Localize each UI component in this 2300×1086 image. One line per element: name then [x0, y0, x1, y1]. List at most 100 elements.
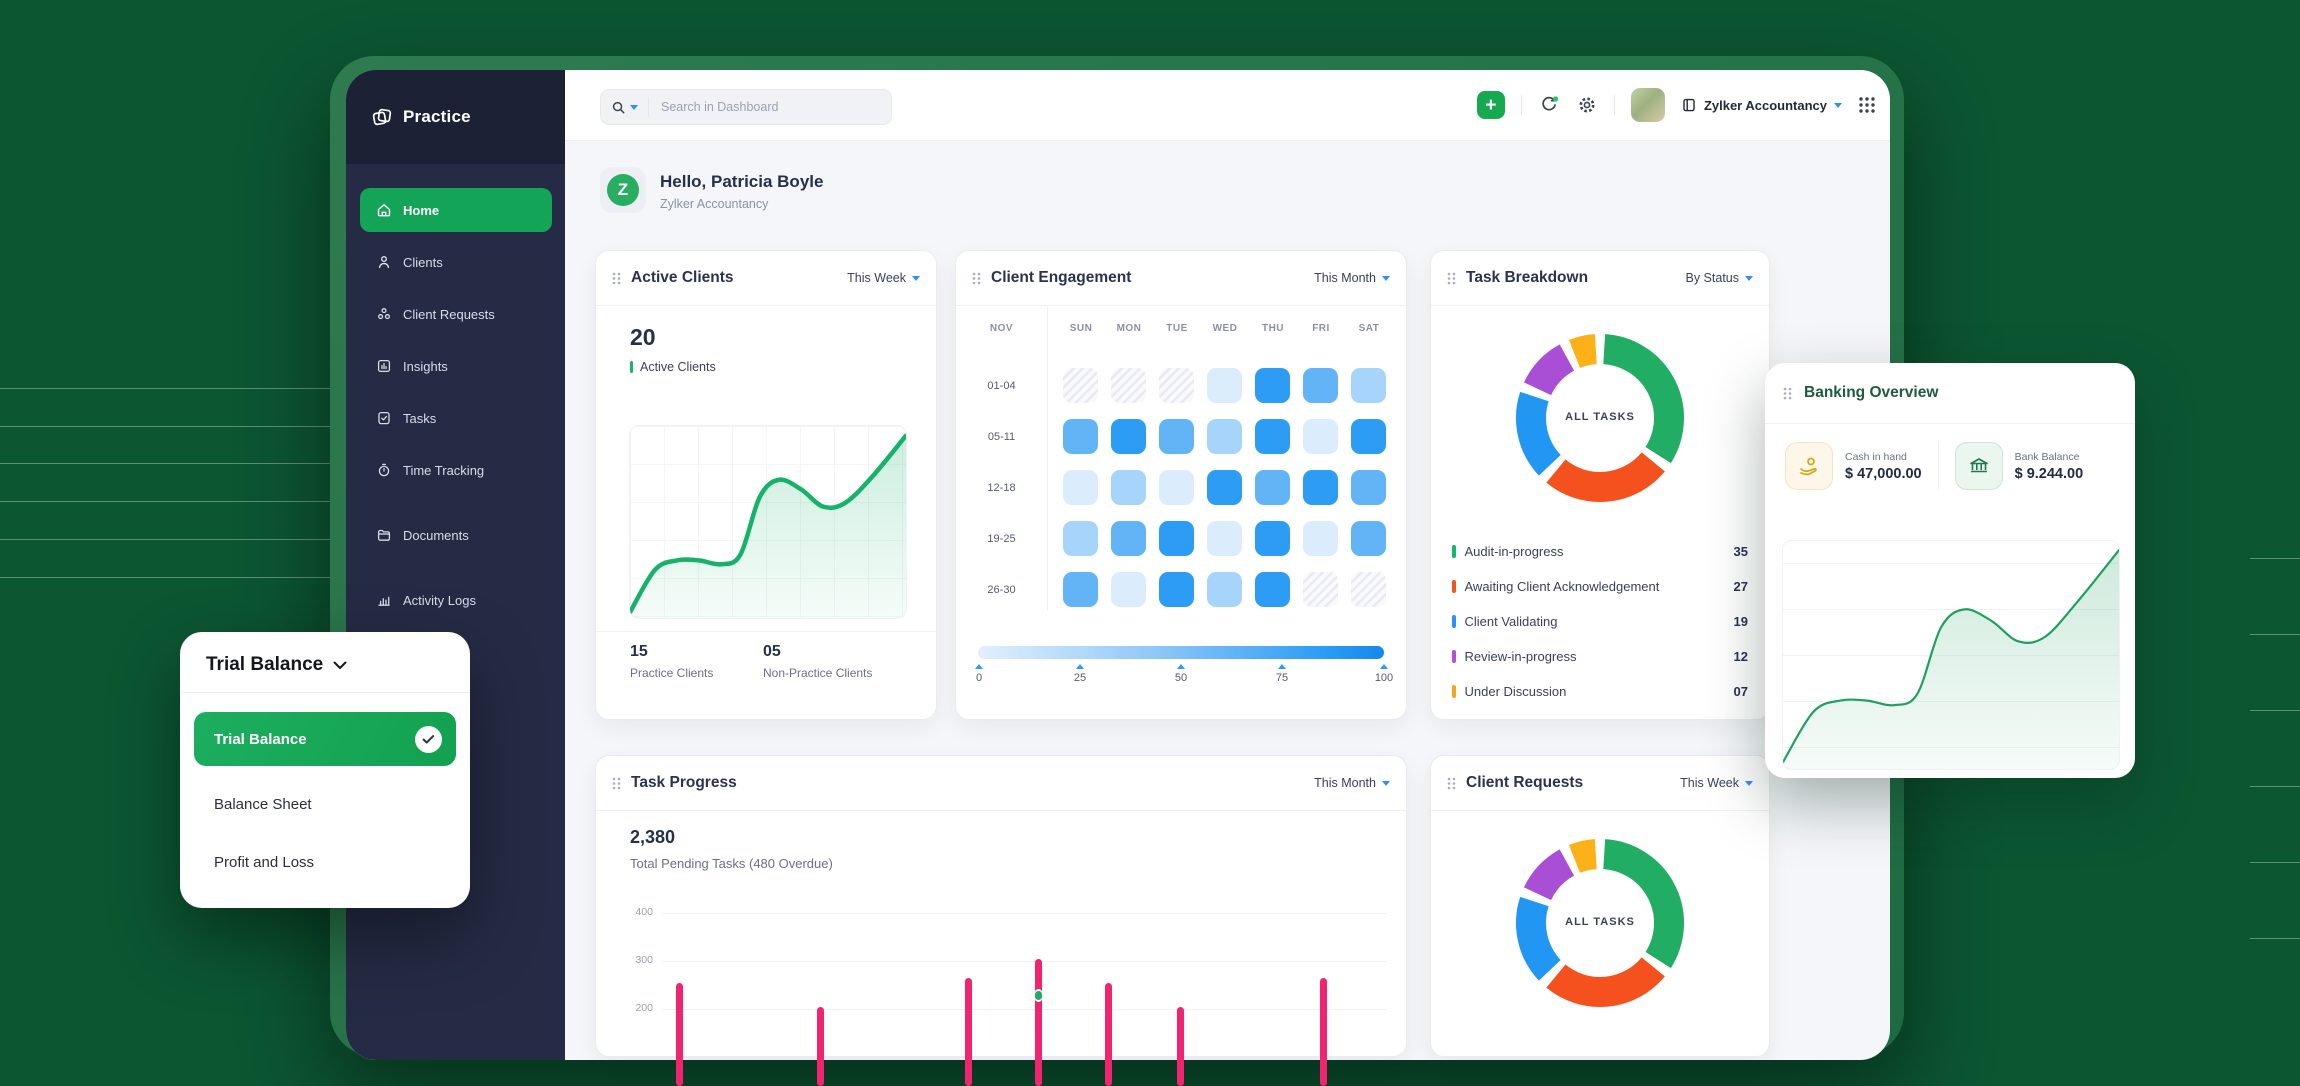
sidebar-item-tasks[interactable]: Tasks	[360, 396, 552, 440]
heatmap-day-label: FRI	[1297, 323, 1345, 334]
heatmap-cell[interactable]	[1111, 419, 1146, 454]
heatmap-cell[interactable]	[1063, 419, 1098, 454]
sidebar-item-label: Client Requests	[403, 307, 495, 322]
active-clients-filter[interactable]: This Week	[847, 271, 920, 285]
scale-tick-icon	[975, 664, 983, 669]
donut-center-label: ALL TASKS	[1520, 916, 1680, 928]
heatmap-cell[interactable]	[1159, 572, 1194, 607]
heatmap-cell[interactable]	[1207, 521, 1242, 556]
gear-icon[interactable]	[1576, 94, 1598, 116]
heatmap-cell[interactable]	[1303, 419, 1338, 454]
active-clients-header: Active Clients This Week	[596, 251, 936, 306]
quick-create-button[interactable]: +	[1477, 91, 1505, 119]
search-placeholder: Search in Dashboard	[649, 100, 778, 114]
heatmap-cell[interactable]	[1351, 470, 1386, 505]
heatmap-day-label: SUN	[1057, 323, 1105, 334]
chevron-down-icon	[630, 105, 638, 110]
drag-handle-icon[interactable]	[972, 272, 981, 285]
popup-option-balance-sheet[interactable]: Balance Sheet	[214, 796, 312, 813]
heatmap-cell[interactable]	[1207, 368, 1242, 403]
active-clients-card: Active Clients This Week 20 Active Clien…	[595, 250, 937, 720]
bar[interactable]	[676, 983, 683, 1086]
heatmap-cell[interactable]	[1351, 521, 1386, 556]
heatmap-cell[interactable]	[1111, 521, 1146, 556]
heatmap-cell[interactable]	[1255, 368, 1290, 403]
sidebar-item-time-tracking[interactable]: Time Tracking	[360, 448, 552, 492]
task-breakdown-filter[interactable]: By Status	[1686, 271, 1754, 285]
client-requests-filter[interactable]: This Week	[1680, 776, 1753, 790]
bar[interactable]	[1320, 978, 1327, 1086]
client-engagement-filter[interactable]: This Month	[1314, 271, 1390, 285]
heatmap-cell[interactable]	[1159, 521, 1194, 556]
sidebar-item-client-requests[interactable]: Client Requests	[360, 292, 552, 336]
drag-handle-icon[interactable]	[1447, 272, 1456, 285]
drag-handle-icon[interactable]	[1447, 777, 1456, 790]
scale-tick-icon	[1076, 664, 1084, 669]
org-switcher[interactable]: Zylker Accountancy	[1681, 97, 1842, 113]
sidebar-item-label: Documents	[403, 528, 469, 543]
drag-handle-icon[interactable]	[612, 272, 621, 285]
refresh-icon[interactable]	[1538, 94, 1560, 116]
heatmap-cell[interactable]	[1063, 368, 1098, 403]
heatmap-cell[interactable]	[1303, 521, 1338, 556]
heatmap-cell[interactable]	[1159, 470, 1194, 505]
heatmap-cell[interactable]	[1351, 419, 1386, 454]
sidebar-item-clients[interactable]: Clients	[360, 240, 552, 284]
heatmap-cell[interactable]	[1303, 470, 1338, 505]
heatmap-cell[interactable]	[1159, 368, 1194, 403]
heatmap-day-label: WED	[1201, 323, 1249, 334]
sidebar-item-activity-logs[interactable]: Activity Logs	[360, 578, 552, 622]
heatmap-cell[interactable]	[1111, 470, 1146, 505]
pending-tasks-subtitle: Total Pending Tasks (480 Overdue)	[630, 856, 1406, 871]
popup-header[interactable]: Trial Balance	[180, 632, 470, 693]
scale-tick-icon	[1177, 664, 1185, 669]
heatmap-cell[interactable]	[1351, 572, 1386, 607]
drag-handle-icon[interactable]	[1783, 387, 1792, 400]
chevron-down-icon	[1834, 103, 1842, 108]
heatmap-day-label: MON	[1105, 323, 1153, 334]
heatmap-cell[interactable]	[1303, 572, 1338, 607]
heatmap-cell[interactable]	[1063, 521, 1098, 556]
heatmap-cell[interactable]	[1159, 419, 1194, 454]
bar[interactable]	[1177, 1007, 1184, 1086]
heatmap-cell[interactable]	[1111, 368, 1146, 403]
heatmap-row-label: 12-18	[956, 482, 1047, 494]
task-progress-filter[interactable]: This Month	[1314, 776, 1390, 790]
bar[interactable]	[817, 1007, 824, 1086]
heatmap-cell[interactable]	[1207, 572, 1242, 607]
apps-grid-icon[interactable]	[1858, 96, 1876, 114]
heatmap-cell[interactable]	[1207, 470, 1242, 505]
scale-number: 25	[1060, 672, 1100, 684]
heatmap-cell[interactable]	[1063, 572, 1098, 607]
donut-center-label: ALL TASKS	[1520, 411, 1680, 423]
heatmap-cell[interactable]	[1255, 521, 1290, 556]
client-requests-header: Client Requests This Week	[1431, 756, 1769, 811]
drag-handle-icon[interactable]	[612, 777, 621, 790]
legend-tick	[1452, 615, 1456, 628]
heatmap-cell[interactable]	[1351, 368, 1386, 403]
card-title: Client Requests	[1466, 774, 1583, 792]
sidebar-item-insights[interactable]: Insights	[360, 344, 552, 388]
heatmap-cell[interactable]	[1255, 419, 1290, 454]
bar[interactable]	[1035, 959, 1042, 1086]
check-icon	[415, 726, 442, 753]
sidebar-item-label: Clients	[403, 255, 443, 270]
heatmap-cell[interactable]	[1063, 470, 1098, 505]
heatmap-cell[interactable]	[1111, 572, 1146, 607]
search-input[interactable]: Search in Dashboard	[600, 89, 892, 125]
sidebar-item-home[interactable]: Home	[360, 188, 552, 232]
bar[interactable]	[965, 978, 972, 1086]
practice-logo-icon	[370, 105, 394, 129]
heatmap-cell[interactable]	[1207, 419, 1242, 454]
heatmap-row-label: 05-11	[956, 431, 1047, 443]
bar[interactable]	[1105, 983, 1112, 1086]
heatmap-cell[interactable]	[1255, 470, 1290, 505]
sidebar-item-documents[interactable]: Documents	[360, 513, 552, 557]
heatmap-cell[interactable]	[1255, 572, 1290, 607]
greeting-subtitle: Zylker Accountancy	[660, 197, 768, 211]
search-scope-dropdown[interactable]	[601, 100, 648, 115]
popup-option-trial-balance[interactable]: Trial Balance	[194, 712, 456, 766]
popup-option-profit-and-loss[interactable]: Profit and Loss	[214, 854, 314, 871]
heatmap-cell[interactable]	[1303, 368, 1338, 403]
user-avatar[interactable]	[1631, 88, 1665, 122]
